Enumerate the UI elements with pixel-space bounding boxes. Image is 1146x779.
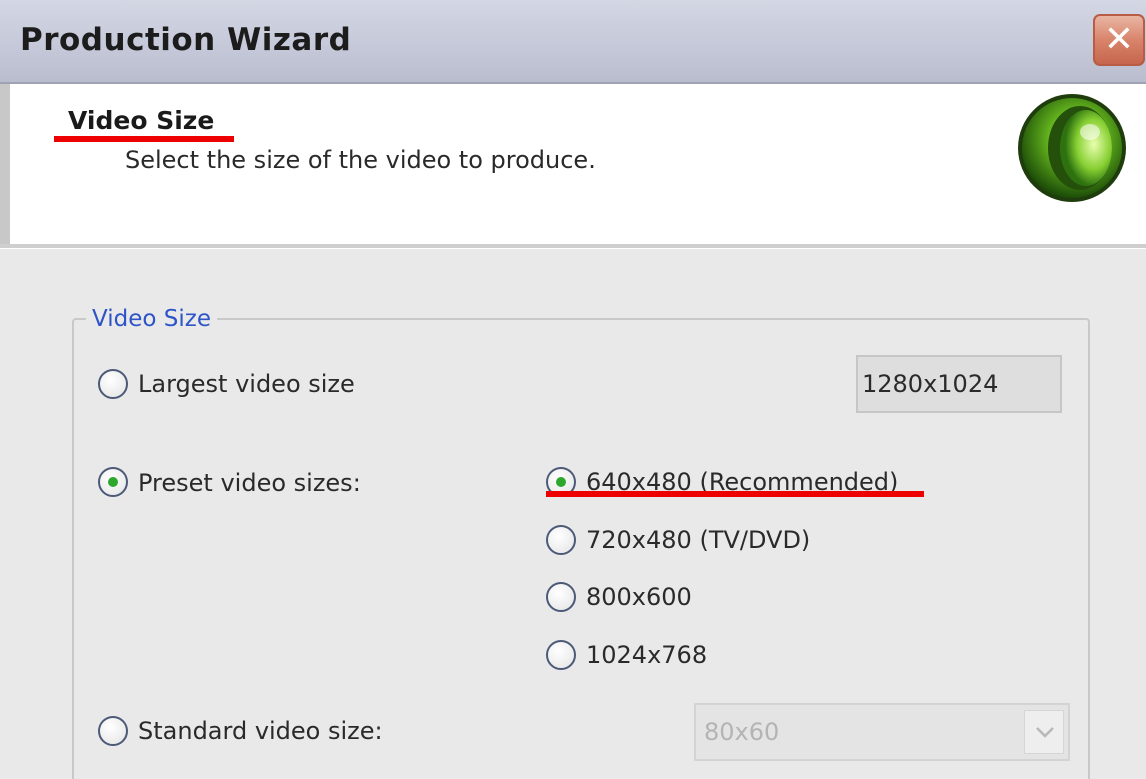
chevron-down-icon <box>1036 727 1054 738</box>
standard-video-size-radio[interactable] <box>98 716 128 746</box>
standard-video-size-dropdown-button[interactable] <box>1024 710 1064 754</box>
preset-option-720x480-radio[interactable] <box>546 525 576 555</box>
preset-option-720x480-label[interactable]: 720x480 (TV/DVD) <box>586 526 810 554</box>
close-icon: ✕ <box>1103 19 1135 60</box>
preset-video-sizes-label[interactable]: Preset video sizes: <box>138 469 361 497</box>
title-bar[interactable]: Production Wizard ✕ <box>0 0 1146 84</box>
largest-video-size-label[interactable]: Largest video size <box>138 370 355 398</box>
preset-option-800x600-radio[interactable] <box>546 582 576 612</box>
green-orb-logo-icon <box>1018 94 1126 202</box>
annotation-underline-title <box>54 136 234 142</box>
standard-video-size-label[interactable]: Standard video size: <box>138 717 383 745</box>
preset-option-800x600-label[interactable]: 800x600 <box>586 583 692 611</box>
preset-video-sizes-radio[interactable] <box>98 467 128 497</box>
preset-option-1024x768-radio[interactable] <box>546 640 576 670</box>
largest-video-size-radio[interactable] <box>98 369 128 399</box>
production-wizard-window: Production Wizard ✕ Video Size Select th… <box>0 0 1146 779</box>
header-divider <box>0 244 1146 249</box>
close-button[interactable]: ✕ <box>1093 14 1145 66</box>
largest-video-size-value-field: 1280x1024 <box>856 355 1062 413</box>
preset-option-1024x768-label[interactable]: 1024x768 <box>586 641 707 669</box>
page-title: Video Size <box>68 106 215 135</box>
annotation-underline-recommended <box>546 491 924 497</box>
standard-video-size-select-value: 80x60 <box>704 718 780 746</box>
video-size-group-legend: Video Size <box>86 306 217 332</box>
page-subtitle: Select the size of the video to produce. <box>125 146 596 174</box>
window-title: Production Wizard <box>20 22 352 58</box>
largest-video-size-value: 1280x1024 <box>862 370 999 398</box>
standard-video-size-select[interactable]: 80x60 <box>694 703 1070 761</box>
